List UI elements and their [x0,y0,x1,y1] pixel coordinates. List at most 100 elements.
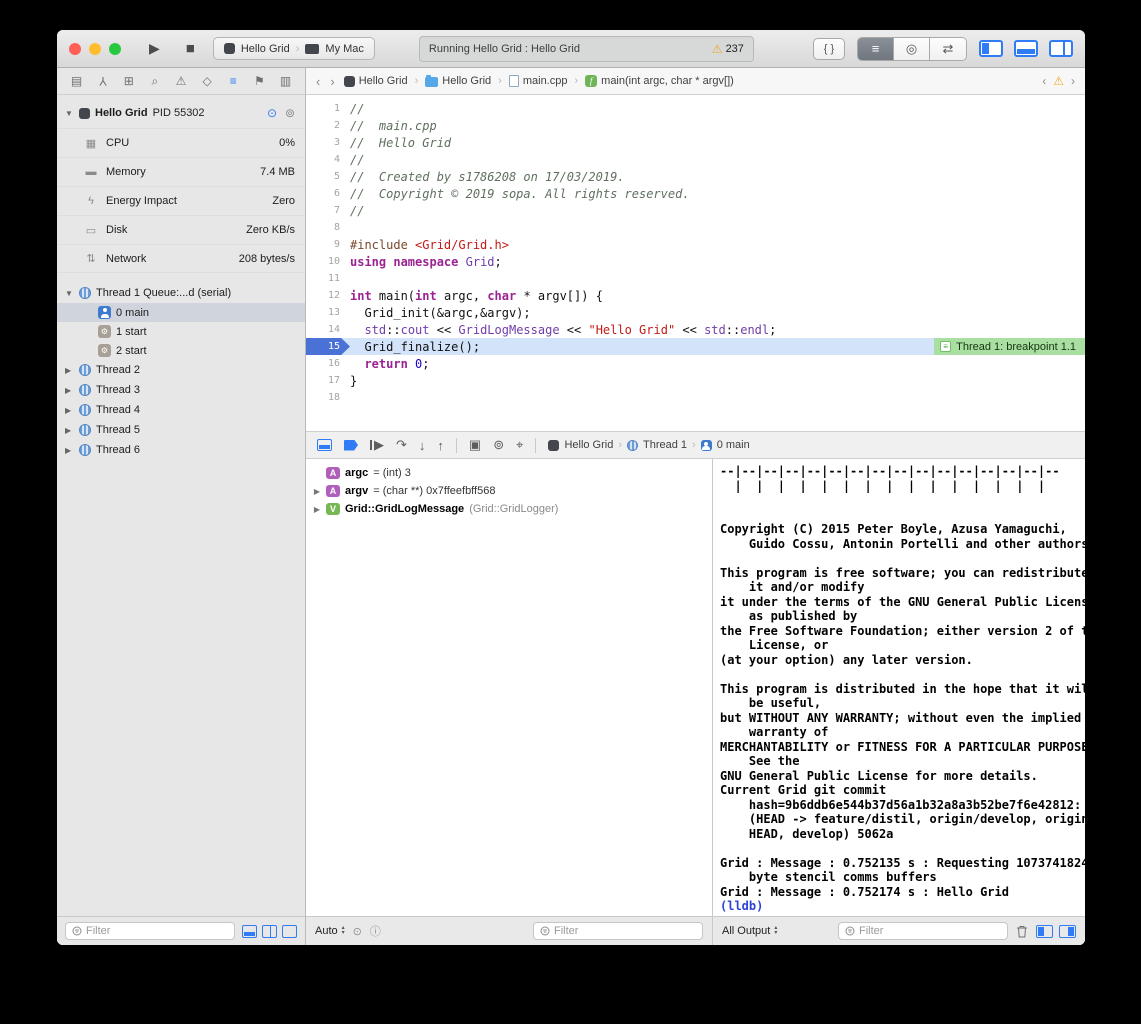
nav-tab-project[interactable]: ▤ [67,71,86,91]
thread-row-4[interactable]: ▶Thread 4 [57,400,305,420]
variable-argc[interactable]: Aargc= (int) 3 [313,464,705,482]
previous-issue-button[interactable]: ‹ [1042,74,1046,88]
breadcrumb-thread[interactable]: Thread 1 [643,439,687,451]
nav-tab-symbols[interactable]: ⊞ [119,71,138,91]
variable-argv[interactable]: ▶Aargv= (char **) 0x7ffeefbff568 [313,482,705,500]
simulate-location-button[interactable]: ⌖ [516,437,523,453]
info-icon[interactable]: ⓘ [370,923,381,939]
console-scope-select[interactable]: All Output ▴ ▾ [722,925,777,937]
code-line-3[interactable]: 3// Hello Grid [306,134,1085,151]
gauge-disk[interactable]: ▭DiskZero KB/s [57,215,305,244]
code-line-15[interactable]: 15 Grid_finalize();≡Thread 1: breakpoint… [306,338,1085,355]
navigator-filter-field[interactable] [65,922,235,940]
disclosure-closed-icon[interactable]: ▶ [65,406,74,415]
version-editor-button[interactable]: ⇄ [930,38,966,60]
code-line-1[interactable]: 1// [306,100,1085,117]
disclosure-open-icon[interactable]: ▼ [65,289,74,298]
show-variables-view-button[interactable] [1036,925,1053,938]
filter-input[interactable] [859,925,1001,937]
memory-graph-button[interactable]: ⊚ [283,106,297,120]
minimize-window-button[interactable] [89,43,101,55]
thread-row-6[interactable]: ▶Thread 6 [57,440,305,460]
process-row[interactable]: ▼ Hello Grid PID 55302 ⊙ ⊚ [57,104,305,128]
code-review-button[interactable]: { } [813,38,845,60]
gauge-memory[interactable]: ▬Memory7.4 MB [57,157,305,186]
jumpbar-file[interactable]: main.cpp [509,75,568,87]
source-editor[interactable]: 1//2// main.cpp3// Hello Grid4//5// Crea… [306,95,1085,431]
code-line-16[interactable]: 16 return 0; [306,355,1085,372]
disclosure-open-icon[interactable]: ▼ [65,109,74,118]
step-into-button[interactable]: ↓ [419,438,426,453]
stack-frame-2-start[interactable]: ⚙2 start [57,341,305,360]
nav-tab-breakpoints[interactable]: ⚑ [250,71,269,91]
zoom-window-button[interactable] [109,43,121,55]
run-button[interactable]: ▶ [141,38,168,59]
code-line-18[interactable]: 18 [306,389,1085,406]
scheme-target[interactable]: Hello Grid [241,43,290,55]
scheme-selector[interactable]: Hello Grid › My Mac [213,37,375,60]
view-hierarchy-button[interactable]: ▣ [469,437,481,453]
quicklook-icon[interactable]: ⊙ [353,925,362,938]
code-line-14[interactable]: 14 std::cout << GridLogMessage << "Hello… [306,321,1085,338]
toggle-debug-area-button[interactable] [1014,40,1038,57]
code-line-17[interactable]: 17} [306,372,1085,389]
step-over-button[interactable]: ↷ [396,437,407,453]
variables-filter-field[interactable] [533,922,703,940]
toggle-inspectors-button[interactable] [1049,40,1073,57]
continue-button[interactable]: ▶ [370,437,384,453]
code-line-2[interactable]: 2// main.cpp [306,117,1085,134]
code-line-11[interactable]: 11 [306,270,1085,287]
clear-console-button[interactable] [1016,925,1028,938]
jumpbar-symbol[interactable]: f main(int argc, char * argv[]) [585,75,734,87]
disclosure-closed-icon[interactable]: ▶ [313,505,321,514]
gauge-energy[interactable]: ϟEnergy ImpactZero [57,186,305,215]
gauge-cpu[interactable]: ▦CPU0% [57,128,305,157]
gauge-network[interactable]: ⇅Network208 bytes/s [57,244,305,273]
scheme-device[interactable]: My Mac [325,43,364,55]
code-line-5[interactable]: 5// Created by s1786208 on 17/03/2019. [306,168,1085,185]
hide-debug-area-button[interactable] [317,439,332,451]
view-mode-stacked-button[interactable] [242,925,257,938]
assistant-editor-button[interactable]: ◎ [894,38,930,60]
nav-tab-reports[interactable]: ▥ [276,71,295,91]
jumpbar-project[interactable]: Hello Grid [344,75,408,87]
stack-frame-0-main[interactable]: 0 main [57,303,305,322]
variable-Grid-GridLogMessage[interactable]: ▶VGrid::GridLogMessage(Grid::GridLogger) [313,500,705,518]
disclosure-closed-icon[interactable]: ▶ [65,366,74,375]
thread-row-3[interactable]: ▶Thread 3 [57,380,305,400]
nav-tab-debug[interactable]: ≡ [224,71,243,91]
disclosure-closed-icon[interactable]: ▶ [65,386,74,395]
filter-input[interactable] [86,925,228,937]
console-output[interactable]: --|--|--|--|--|--|--|--|--|--|--|--|--|-… [713,459,1085,916]
close-window-button[interactable] [69,43,81,55]
toggle-navigator-button[interactable] [979,40,1003,57]
view-mode-plain-button[interactable] [282,925,297,938]
instruments-button[interactable]: ⊙ [265,106,279,120]
code-line-10[interactable]: 10using namespace Grid; [306,253,1085,270]
thread-row-5[interactable]: ▶Thread 5 [57,420,305,440]
stop-button[interactable]: ■ [178,38,203,59]
breadcrumb-process[interactable]: Hello Grid [564,439,613,451]
code-line-7[interactable]: 7// [306,202,1085,219]
breakpoint-badge[interactable]: 15 [306,338,350,355]
breadcrumb-frame[interactable]: 0 main [717,439,750,451]
disclosure-closed-icon[interactable]: ▶ [313,487,321,496]
variables-scope-select[interactable]: Auto ▴ ▾ [315,925,345,937]
next-issue-button[interactable]: › [1071,74,1075,88]
nav-tab-tests[interactable]: ◇ [198,71,217,91]
nav-tab-find[interactable]: ⌕ [145,71,164,91]
forward-button[interactable]: › [330,74,334,89]
code-line-8[interactable]: 8 [306,219,1085,236]
disclosure-closed-icon[interactable]: ▶ [65,446,74,455]
step-out-button[interactable]: ↑ [437,438,444,453]
back-button[interactable]: ‹ [316,74,320,89]
code-line-6[interactable]: 6// Copyright © 2019 sopa. All rights re… [306,185,1085,202]
disclosure-closed-icon[interactable]: ▶ [65,426,74,435]
standard-editor-button[interactable]: ≡ [858,38,894,60]
show-console-button[interactable] [1059,925,1076,938]
code-line-4[interactable]: 4// [306,151,1085,168]
memory-graph-button[interactable]: ⊚ [493,437,504,453]
breakpoints-toggle-button[interactable] [344,440,358,451]
breakpoint-annotation[interactable]: ≡Thread 1: breakpoint 1.1 [934,338,1085,355]
filter-input[interactable] [554,925,696,937]
